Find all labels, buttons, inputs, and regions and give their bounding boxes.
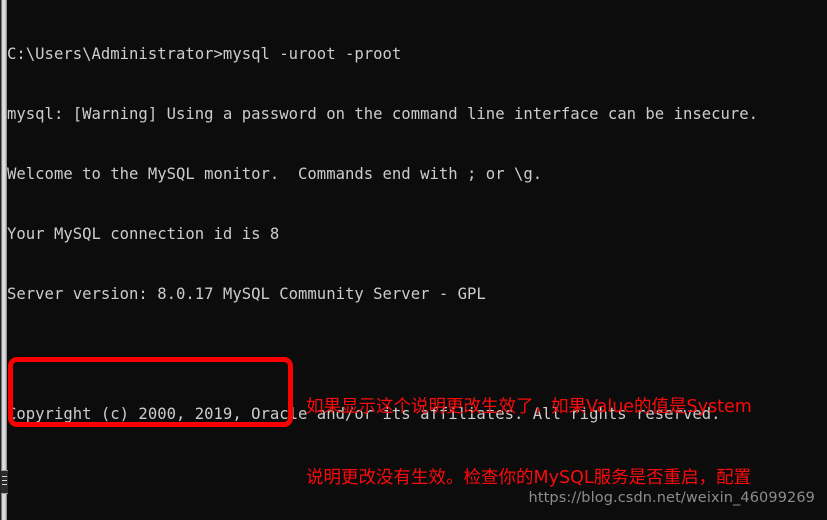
terminal-line: C:\Users\Administrator>mysql -uroot -pro… <box>7 45 402 63</box>
terminal-line: Welcome to the MySQL monitor. Commands e… <box>7 165 543 183</box>
annotation-line: 说明更改没有生效。检查你的MySQL服务是否重启，配置 <box>306 467 752 488</box>
terminal-line: Your MySQL connection id is 8 <box>7 225 280 243</box>
cmd-terminal-window: C:\Users\Administrator>mysql -uroot -pro… <box>0 0 827 520</box>
watermark-url: https://blog.csdn.net/weixin_46099269 <box>528 490 815 506</box>
terminal-line: Server version: 8.0.17 MySQL Community S… <box>7 285 486 303</box>
annotation-line: 如果显示这个说明更改生效了，如果Value的值是System <box>306 397 752 417</box>
terminal-line: mysql: [Warning] Using a password on the… <box>7 105 759 123</box>
vertical-scrollbar[interactable] <box>0 0 7 520</box>
